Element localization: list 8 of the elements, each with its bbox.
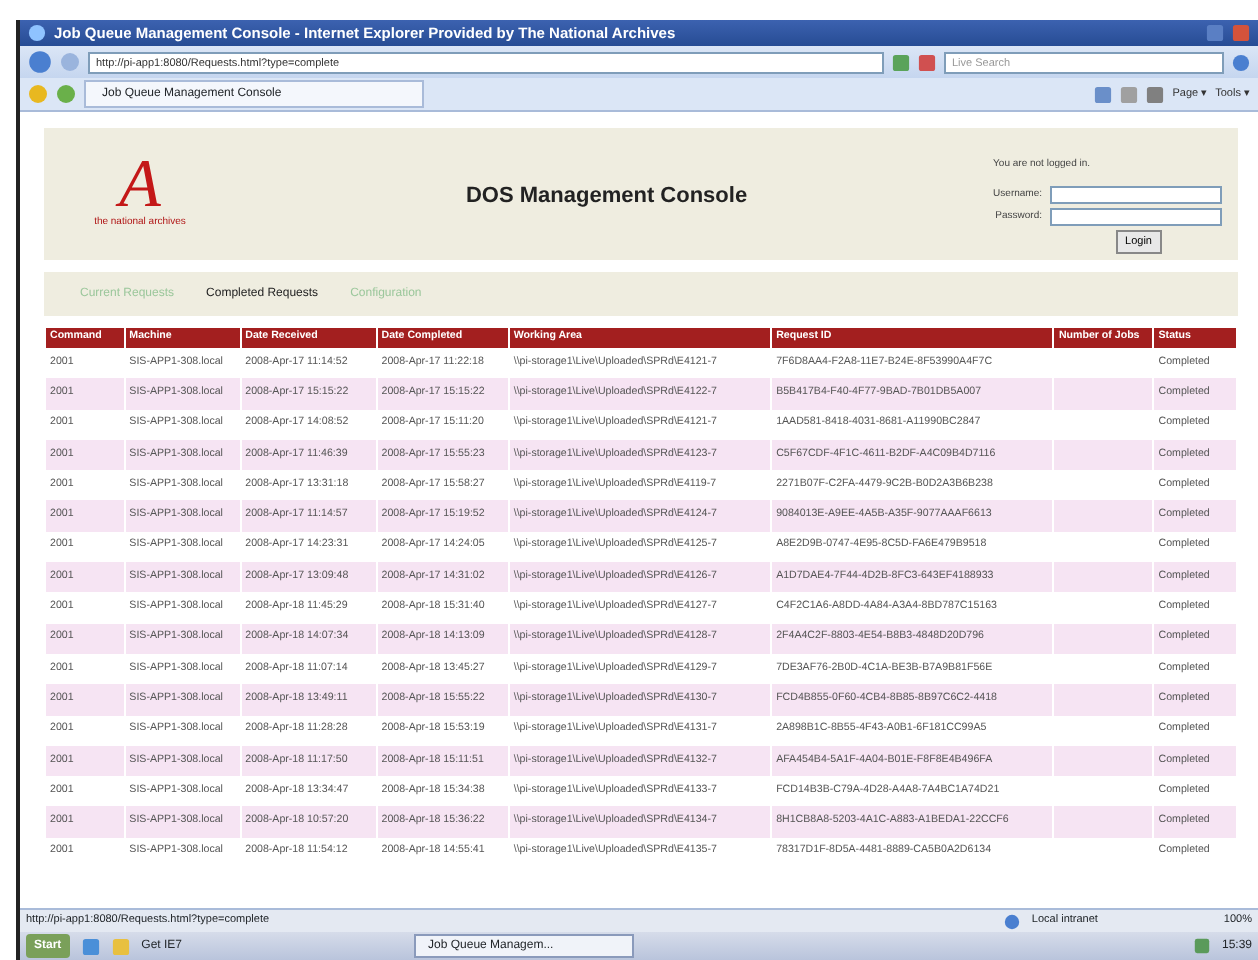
username-field[interactable] (1050, 185, 1222, 204)
page-title: DOS Management Console (465, 184, 748, 208)
close-button[interactable] (1232, 24, 1250, 42)
password-field[interactable] (1050, 207, 1222, 226)
back-button[interactable] (28, 50, 52, 74)
forward-button[interactable] (60, 52, 80, 72)
minimize-button[interactable] (1206, 24, 1224, 42)
logo-letter: A (119, 156, 161, 217)
